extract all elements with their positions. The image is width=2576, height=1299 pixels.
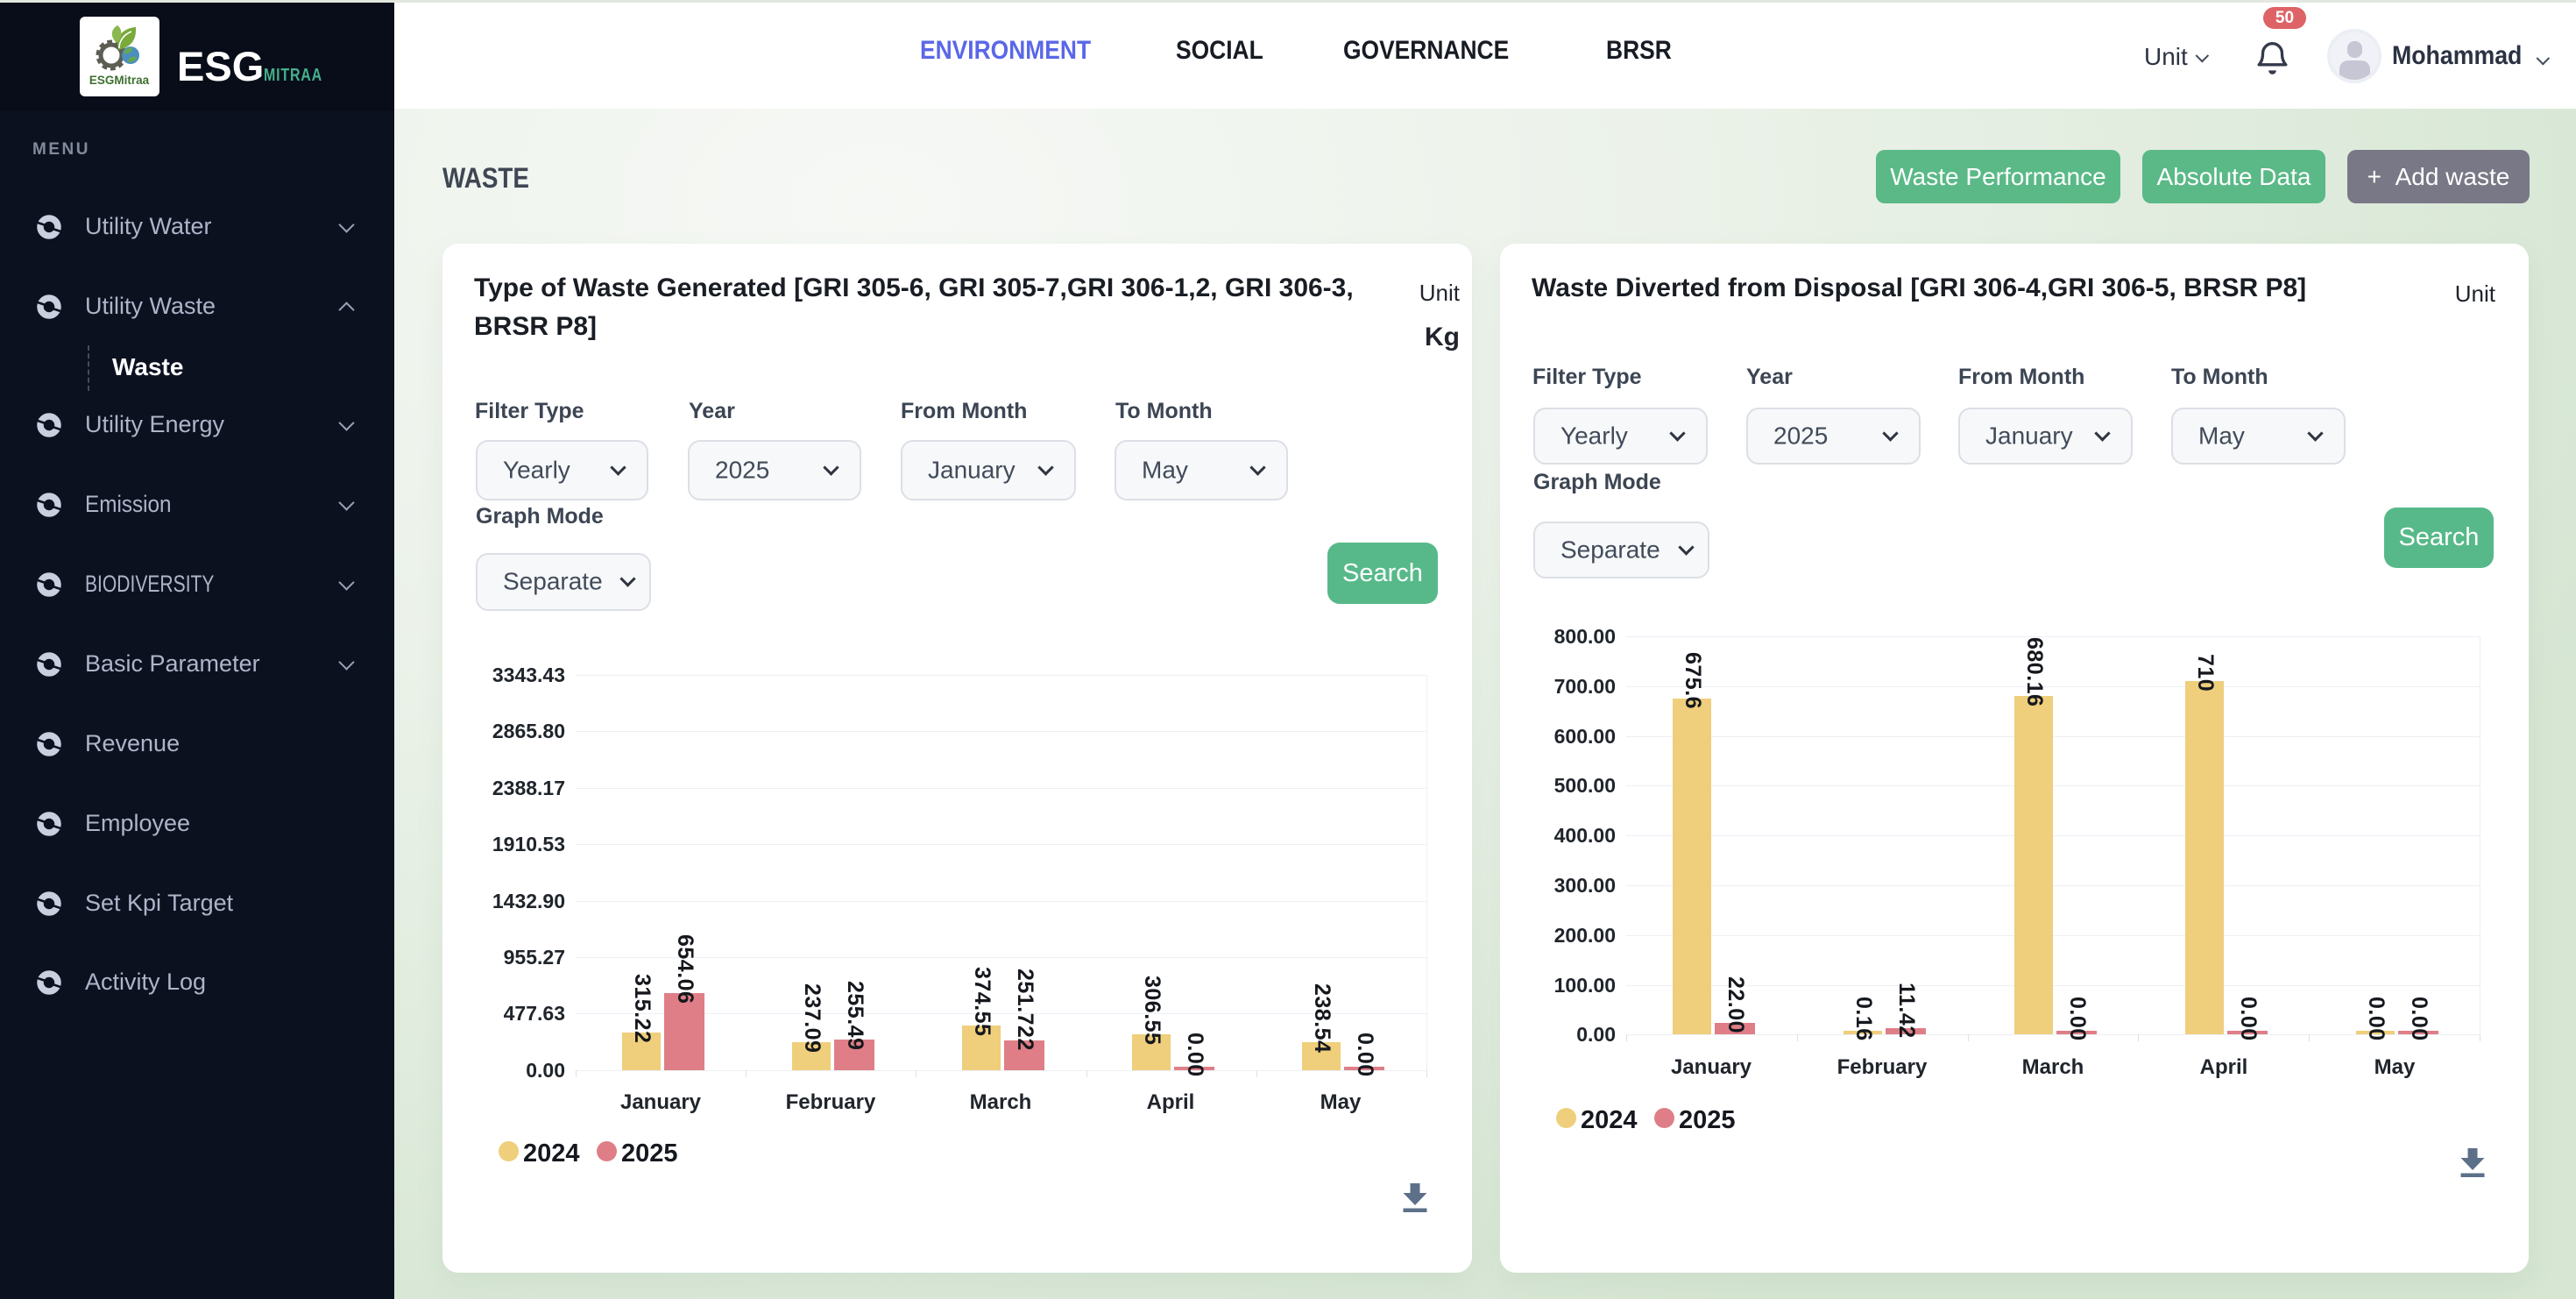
- svg-text:ESGMitraa: ESGMitraa: [89, 74, 150, 87]
